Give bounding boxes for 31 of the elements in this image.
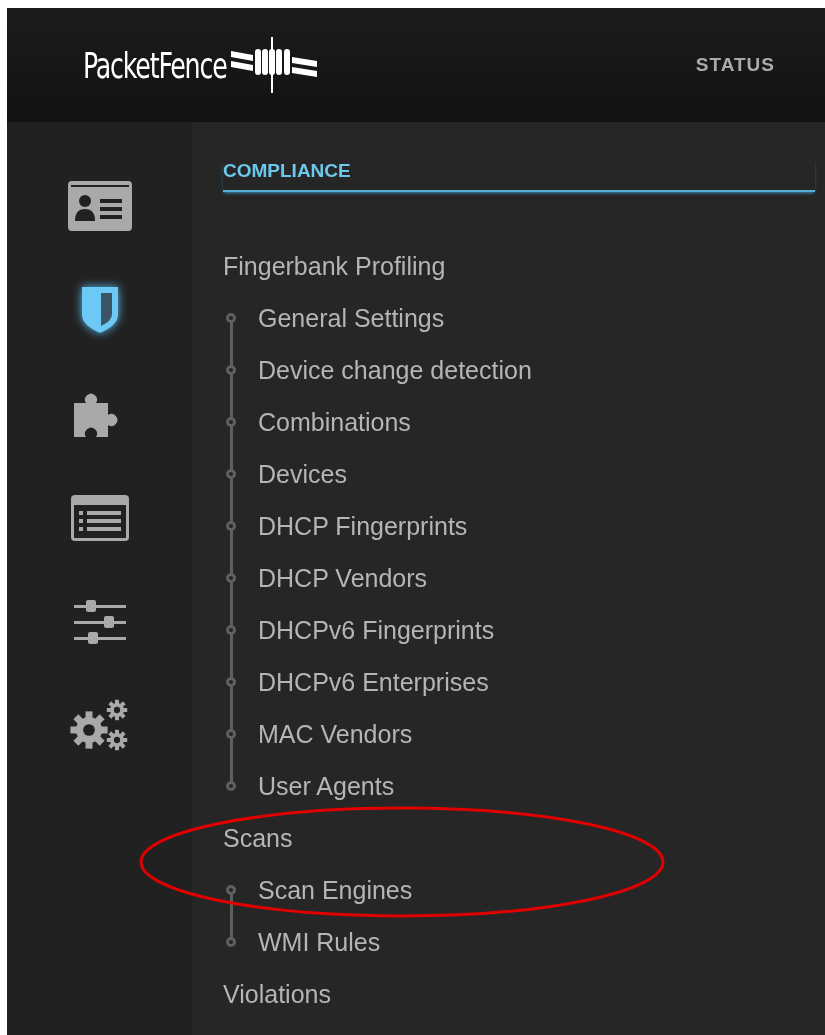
bullet-icon: [226, 573, 236, 583]
menu-item-link[interactable]: Combinations: [258, 407, 411, 437]
bullet-icon: [226, 469, 236, 479]
menu-item-link[interactable]: DHCP Vendors: [258, 563, 428, 593]
bullet-icon: [226, 885, 236, 895]
menu-item-link[interactable]: DHCPv6 Fingerprints: [258, 615, 495, 645]
menu-item-link[interactable]: General Settings: [258, 303, 445, 333]
menu-item-link[interactable]: Devices: [258, 459, 347, 489]
menu-item-link[interactable]: DHCPv6 Enterprises: [258, 667, 489, 697]
menu-group-link[interactable]: Scans: [223, 812, 293, 864]
section-heading: COMPLIANCE: [223, 160, 815, 192]
bullet-icon: [226, 365, 236, 375]
nav-link[interactable]: STATUS: [695, 54, 775, 75]
bullet-icon: [226, 625, 236, 635]
bullet-icon: [226, 521, 236, 531]
menu-group-link[interactable]: Fingerbank Profiling: [223, 240, 446, 292]
bullet-icon: [226, 677, 236, 687]
menu-item-link[interactable]: Scan Engines: [258, 875, 413, 905]
menu-item-link[interactable]: Device change detection: [258, 355, 532, 385]
brand-name: PacketFence: [83, 44, 227, 86]
menu-item-link[interactable]: User Agents: [258, 771, 395, 801]
bullet-icon: [226, 313, 236, 323]
menu-item-link[interactable]: WMI Rules: [258, 927, 381, 957]
bullet-icon: [226, 729, 236, 739]
menu-item-link[interactable]: MAC Vendors: [258, 719, 413, 749]
menu-item-link[interactable]: DHCP Fingerprints: [258, 511, 468, 541]
bullet-icon: [226, 781, 236, 791]
logo-icon: [231, 37, 318, 93]
bullet-icon: [226, 937, 236, 947]
bullet-icon: [226, 417, 236, 427]
menu-group-link[interactable]: Violations: [223, 968, 331, 1020]
